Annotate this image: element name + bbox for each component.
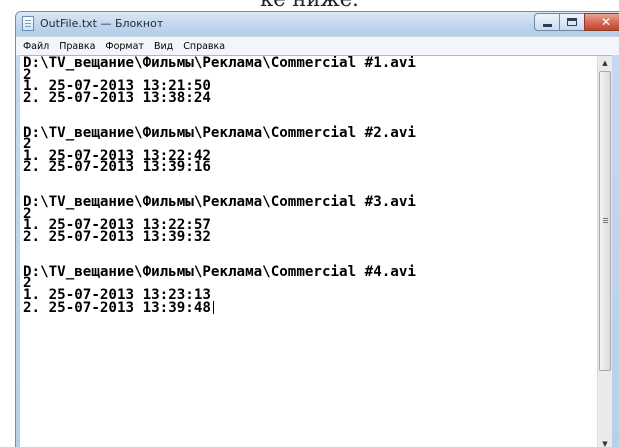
text-line: D:\TV_вещание\Фильмы\Реклама\Commercial … <box>23 263 416 280</box>
text-line <box>23 244 593 256</box>
text-line: D:\TV_вещание\Фильмы\Реклама\Commercial … <box>23 55 416 71</box>
text-line: D:\TV_вещание\Фильмы\Реклама\Commercial … <box>23 194 416 211</box>
menu-edit[interactable]: Правка <box>54 38 100 55</box>
document-text-fragment: ке ниже. <box>0 0 619 11</box>
maximize-button[interactable] <box>559 13 585 31</box>
notepad-icon[interactable] <box>22 16 34 31</box>
close-button[interactable]: ✕ <box>584 13 619 31</box>
text-line <box>23 104 593 116</box>
text-line: D:\TV_вещание\Фильмы\Реклама\Commercial … <box>23 124 416 141</box>
text-line: 2. 25-07-2013 13:39:16 <box>23 159 211 176</box>
grip-icon <box>603 218 608 219</box>
scroll-down-icon[interactable]: ▼ <box>598 437 612 447</box>
minimize-icon <box>543 24 552 27</box>
minimize-button[interactable] <box>534 13 560 31</box>
text-caret <box>212 301 214 315</box>
close-icon: ✕ <box>600 15 612 29</box>
menu-format[interactable]: Формат <box>100 38 149 55</box>
text-line <box>23 174 593 186</box>
vertical-scrollbar[interactable]: ▲ ▼ <box>597 56 612 447</box>
menu-view[interactable]: Вид <box>149 38 178 55</box>
scroll-up-icon[interactable]: ▲ <box>598 56 612 71</box>
window-controls: ✕ <box>534 13 619 31</box>
page: ке ниже. OutFile.txt — Блокнот ✕ Файл Пр… <box>0 0 619 447</box>
text-content[interactable]: D:\TV_вещание\Фильмы\Реклама\Commercial … <box>23 55 593 315</box>
text-line: 2. 25-07-2013 13:39:32 <box>23 228 211 245</box>
window-title: OutFile.txt — Блокнот <box>40 17 164 30</box>
menu-file[interactable]: Файл <box>16 38 54 55</box>
notepad-window: OutFile.txt — Блокнот ✕ Файл Правка Форм… <box>15 11 619 447</box>
menu-help[interactable]: Справка <box>178 38 230 55</box>
maximize-icon <box>567 18 577 26</box>
title-bar[interactable]: OutFile.txt — Блокнот ✕ <box>16 12 619 36</box>
menu-bar: Файл Правка Формат Вид Справка <box>16 36 619 55</box>
text-line: 2. 25-07-2013 13:38:24 <box>23 89 211 106</box>
scroll-thumb[interactable] <box>599 71 611 371</box>
text-line: 2. 25-07-2013 13:39:48 <box>23 301 593 315</box>
text-editor[interactable]: D:\TV_вещание\Фильмы\Реклама\Commercial … <box>20 55 612 447</box>
